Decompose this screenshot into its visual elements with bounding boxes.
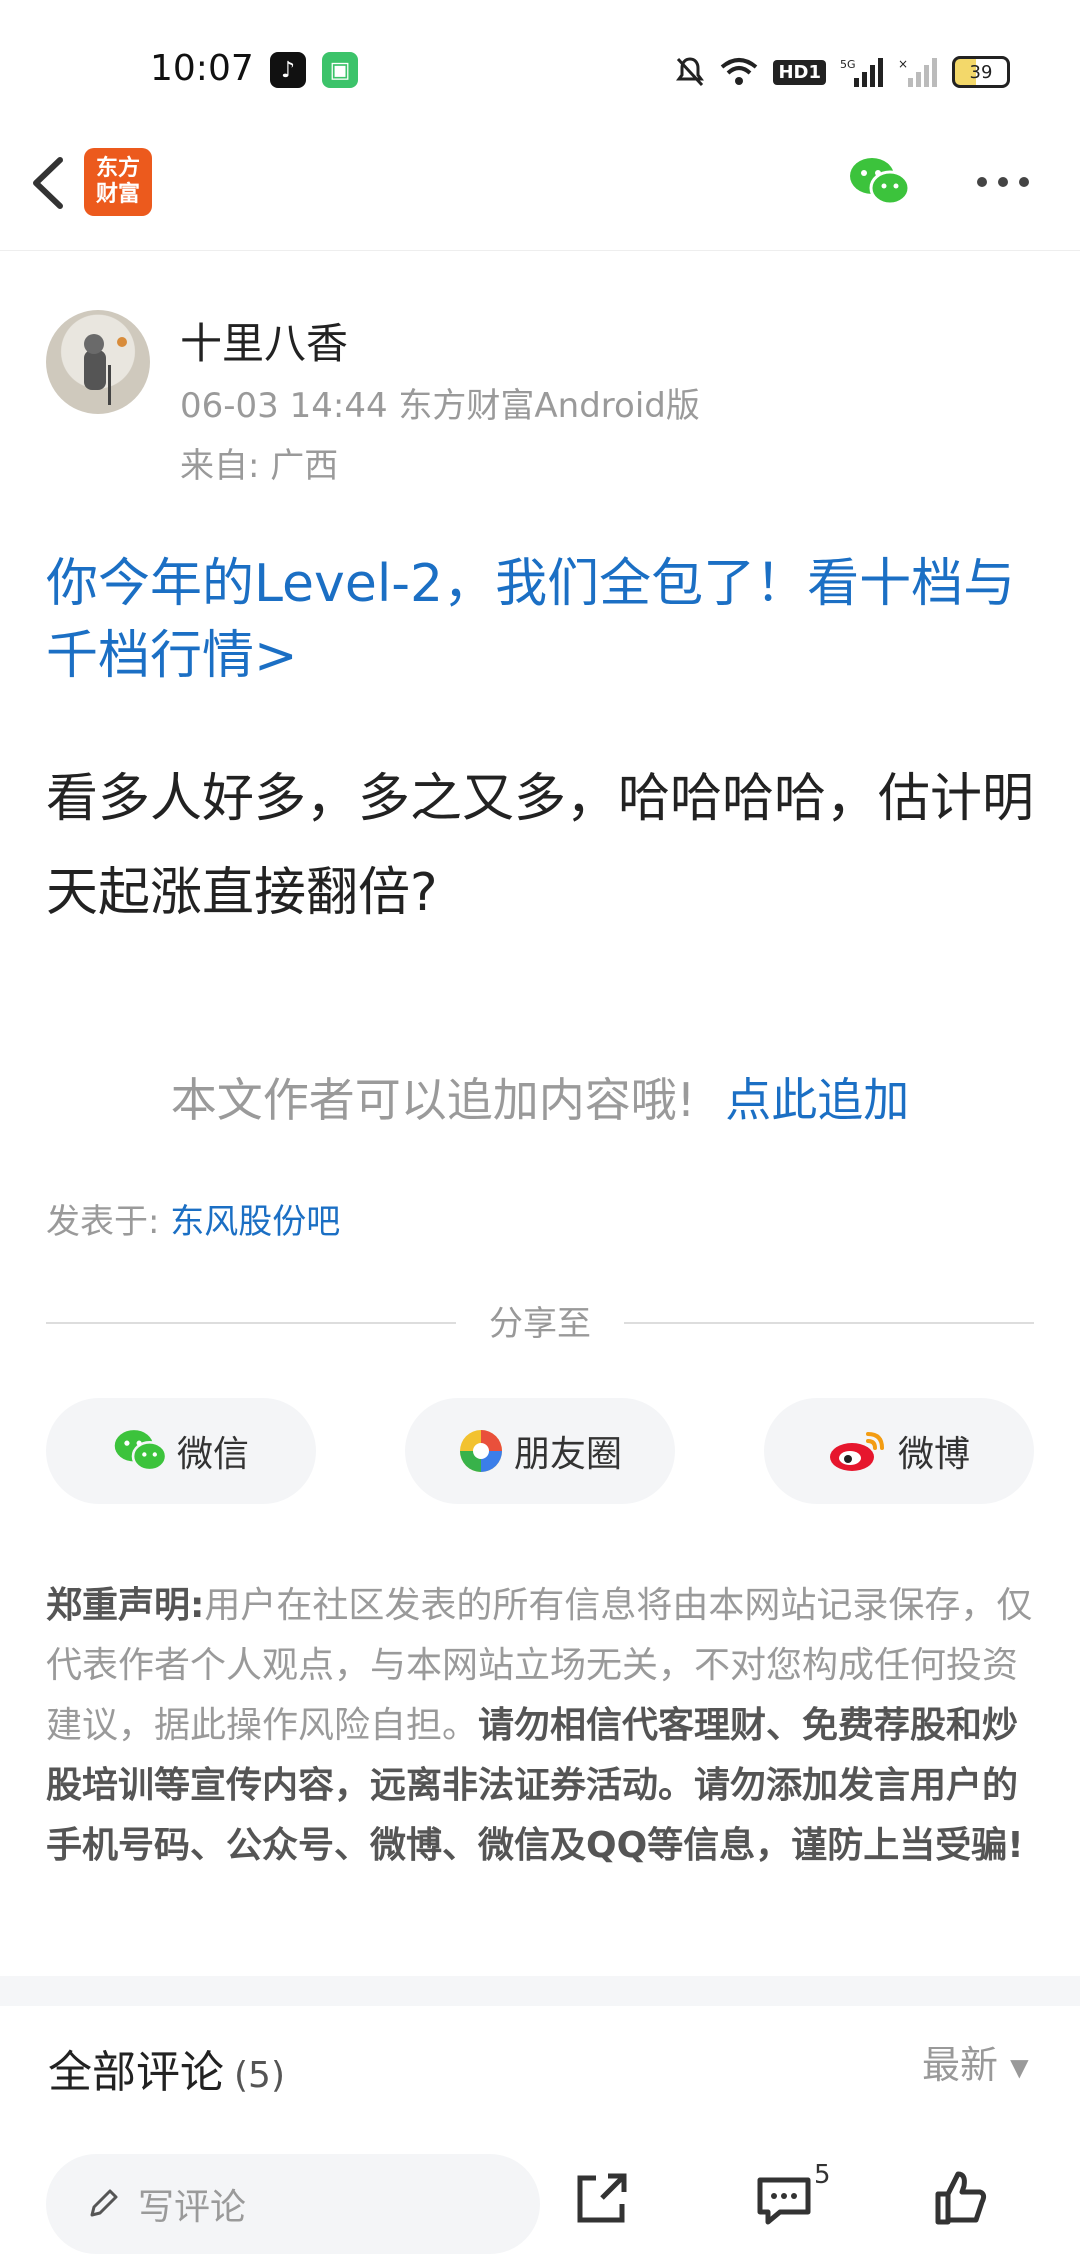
level2-promo-link[interactable]: 你今年的Level-2，我们全包了！看十档与千档行情> [46,548,1036,692]
signal-icon: × [898,57,937,87]
share-wechat-label: 微信 [176,1434,249,1475]
wechat-icon [114,1430,167,1472]
append-link[interactable]: 点此追加 [725,1073,909,1127]
post-body: 看多人好多，多之又多，哈哈哈哈，估计明天起涨直接翻倍? [46,769,1035,923]
share-title: 分享至 [489,1304,591,1344]
comments-header: 全部评论 (5) [48,2036,285,2100]
share-moments-button[interactable]: 朋友圈 [405,1398,675,1504]
more-icon[interactable] [976,176,1030,188]
status-time: 10:07 [150,48,254,89]
write-comment-input[interactable]: 写评论 [46,2154,540,2254]
comment-icon[interactable] [754,2168,814,2228]
eastmoney-logo: 东方 财富 [84,148,152,216]
avatar[interactable] [46,310,150,414]
post-location: 来自: 广西 [180,446,339,486]
posted-in: 发表于: 东风股份吧 [46,1194,340,1243]
write-comment-placeholder: 写评论 [138,2187,247,2228]
sort-label: 最新 [922,2043,999,2087]
weibo-icon [829,1432,884,1471]
hd-icon: HD1 [773,59,826,85]
section-divider [0,1976,1080,2006]
top-nav-bar [0,140,1080,251]
like-icon[interactable] [930,2168,990,2228]
wechat-icon[interactable] [848,156,910,208]
append-text: 本文作者可以追加内容哦! [170,1073,696,1127]
mute-icon [676,57,705,87]
disclaimer-label: 郑重声明: [46,1585,205,1626]
disclaimer: 郑重声明:用户在社区发表的所有信息将由本网站记录保存，仅代表作者个人观点，与本网… [46,1576,1036,1876]
posted-label: 发表于: [46,1202,160,1242]
comments-count: (5) [234,2055,285,2096]
post-meta: 06-03 14:44 东方财富Android版 [180,386,700,426]
svg-text:×: × [898,57,908,71]
moments-icon [459,1430,502,1472]
forum-link[interactable]: 东风股份吧 [170,1202,340,1242]
share-weibo-button[interactable]: 微博 [764,1398,1034,1504]
caret-down-icon: ▼ [1010,2053,1029,2082]
message-app-icon: ▣ [322,52,358,88]
avatar-image [84,334,127,405]
logo-line-1: 东方 [95,156,140,181]
tiktok-icon: ♪ [270,52,306,88]
comments-title: 全部评论 [48,2047,224,2098]
logo-line-2: 财富 [95,182,140,207]
status-icons: HD1 5G × 39 [675,52,1010,92]
signal-5g-icon: 5G [840,58,883,87]
append-prompt: 本文作者可以追加内容哦! 点此追加 [0,1064,1080,1130]
share-icon[interactable] [572,2168,632,2228]
comment-count-badge: 5 [814,2160,831,2190]
battery-icon: 39 [952,56,1010,88]
back-icon[interactable] [22,148,72,218]
pencil-icon [90,2189,118,2217]
share-moments-label: 朋友圈 [513,1434,622,1475]
sort-dropdown[interactable]: 最新 ▼ [922,2034,1029,2089]
share-wechat-button[interactable]: 微信 [46,1398,316,1504]
wifi-icon [721,58,758,85]
svg-text:5G: 5G [840,58,856,71]
author-name[interactable]: 十里八香 [180,310,348,371]
share-weibo-label: 微博 [897,1434,970,1475]
